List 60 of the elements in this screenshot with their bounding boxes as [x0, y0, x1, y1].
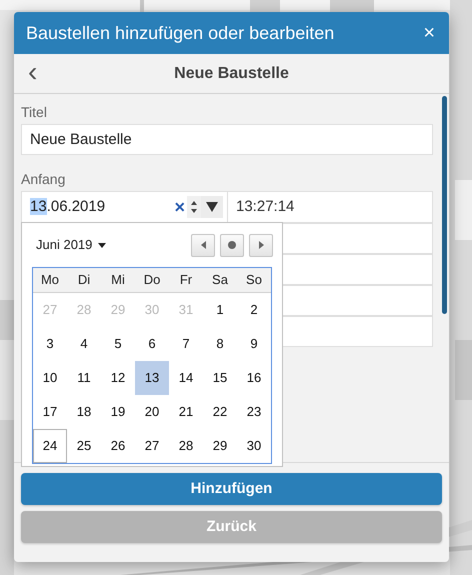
- calendar-day[interactable]: 30: [237, 429, 271, 463]
- date-value: 13.06.2019: [30, 196, 106, 217]
- weekday-header: Mi: [110, 271, 126, 290]
- caret-icon: [98, 242, 106, 248]
- calendar-day[interactable]: 17: [33, 395, 67, 429]
- dot-icon: [228, 241, 236, 249]
- calendar-day[interactable]: 12: [101, 361, 135, 395]
- month-dropdown[interactable]: Juni 2019: [36, 235, 106, 255]
- weekday-header: Sa: [211, 271, 229, 290]
- calendar-day[interactable]: 11: [67, 361, 101, 395]
- calendar-day[interactable]: 29: [203, 429, 237, 463]
- calendar-day[interactable]: 25: [67, 429, 101, 463]
- back-button[interactable]: ‹: [28, 58, 38, 86]
- calendar-day[interactable]: 21: [169, 395, 203, 429]
- calendar-day[interactable]: 18: [67, 395, 101, 429]
- triangle-right-icon: [258, 241, 264, 249]
- weekday-header: Do: [142, 271, 162, 290]
- next-button[interactable]: [249, 234, 273, 256]
- calendar-day[interactable]: 19: [101, 395, 135, 429]
- field-label: Titel: [21, 103, 48, 122]
- calendar-day[interactable]: 26: [101, 429, 135, 463]
- today-button[interactable]: [220, 234, 244, 256]
- calendar-day[interactable]: 14: [169, 361, 203, 395]
- weekday-header: Di: [76, 271, 92, 290]
- scrollbar[interactable]: [442, 96, 447, 314]
- calendar-day[interactable]: 23: [237, 395, 271, 429]
- date-field[interactable]: 13.06.2019 ×: [21, 191, 228, 223]
- calendar-day[interactable]: 6: [135, 327, 169, 361]
- input-field[interactable]: Neue Baustelle: [21, 124, 433, 155]
- calendar-day[interactable]: 3: [33, 327, 67, 361]
- calendar-day[interactable]: 4: [67, 327, 101, 361]
- field-label: Anfang: [21, 170, 66, 189]
- time-field[interactable]: 13:27:14: [228, 191, 433, 223]
- calendar-day[interactable]: 8: [203, 327, 237, 361]
- calendar-day[interactable]: 28: [169, 429, 203, 463]
- dialog-title: Baustellen hinzufügen oder bearbeiten: [26, 22, 336, 45]
- calendar-day[interactable]: 22: [203, 395, 237, 429]
- calendar-day[interactable]: 27: [135, 429, 169, 463]
- calendar-day[interactable]: 9: [237, 327, 271, 361]
- calendar-day[interactable]: 2: [237, 293, 271, 327]
- spinner-icon[interactable]: [187, 196, 201, 218]
- calendar-day[interactable]: 13: [135, 361, 169, 395]
- subheader-title: Neue Baustelle: [174, 64, 289, 84]
- calendar-day[interactable]: 15: [203, 361, 237, 395]
- calendar-day[interactable]: 10: [33, 361, 67, 395]
- weekday-header: So: [245, 271, 263, 290]
- calendar-day[interactable]: 5: [101, 327, 135, 361]
- calendar-day[interactable]: 16: [237, 361, 271, 395]
- dropdown-icon[interactable]: [201, 196, 223, 218]
- triangle-left-icon: [200, 241, 206, 249]
- calendar-day[interactable]: 20: [135, 395, 169, 429]
- clear-button[interactable]: ×: [174, 198, 185, 216]
- close-button[interactable]: ×: [421, 23, 437, 43]
- calendar-day[interactable]: 7: [169, 327, 203, 361]
- calendar-day[interactable]: 1: [203, 293, 237, 327]
- weekday-header: Fr: [178, 271, 194, 290]
- weekday-header: Mo: [40, 271, 60, 290]
- add-button[interactable]: Hinzufügen: [21, 473, 442, 505]
- calendar-day[interactable]: 24: [33, 429, 67, 463]
- previous-button[interactable]: [191, 234, 215, 256]
